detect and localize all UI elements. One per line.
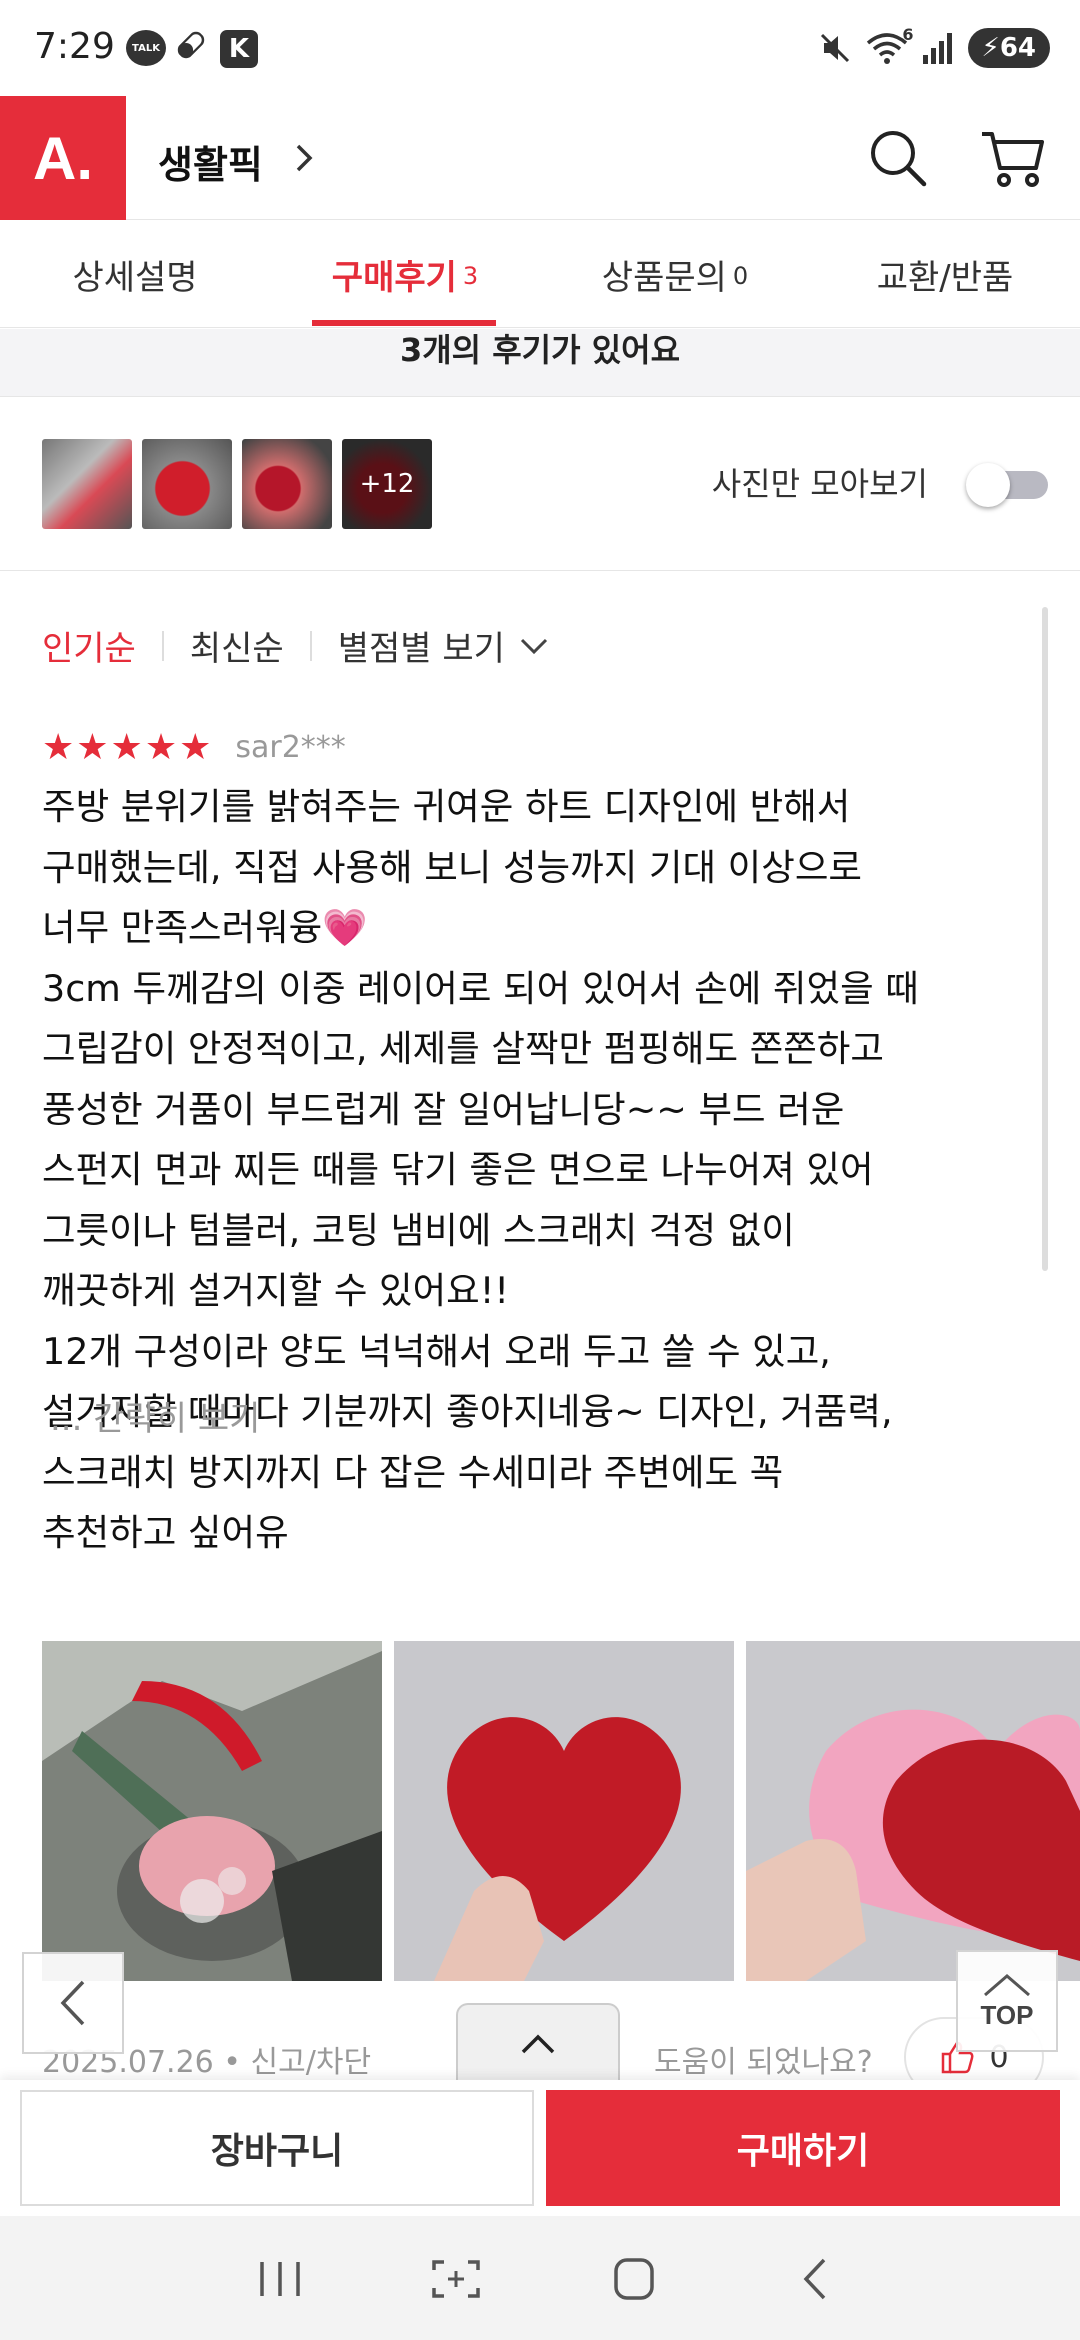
tab-reviews[interactable]: 구매후기 3: [270, 220, 540, 328]
back-nav-icon[interactable]: [786, 2254, 846, 2304]
sort-options: 인기순 최신순 별점별 보기: [42, 621, 549, 670]
collapse-review-link[interactable]: ... 간략히 보기: [50, 1391, 260, 1440]
mute-icon: [820, 33, 849, 63]
app-header: A. 생활픽: [0, 96, 1080, 220]
more-photos-count: +12: [359, 469, 415, 499]
review-thumbnail[interactable]: [142, 439, 232, 529]
add-to-cart-button[interactable]: 장바구니: [20, 2090, 534, 2206]
scroll-top-button[interactable]: TOP: [956, 1950, 1058, 2052]
capture-icon[interactable]: [426, 2254, 486, 2304]
review-thumbnail[interactable]: [42, 439, 132, 529]
tab-label: 상세설명: [72, 257, 198, 298]
scrollbar[interactable]: [1042, 607, 1048, 1271]
wifi-icon: 6: [866, 25, 914, 65]
tab-description[interactable]: 상세설명: [0, 220, 270, 328]
review-count-banner: 3개의 후기가 있어요: [0, 329, 1080, 397]
sort-latest[interactable]: 최신순: [190, 621, 284, 670]
brand-logo[interactable]: A.: [0, 96, 126, 220]
pill-icon: [170, 24, 212, 66]
tab-label: 상품문의: [601, 257, 727, 298]
status-time: 7:29: [34, 26, 115, 67]
photo-only-toggle[interactable]: [966, 463, 1048, 507]
review-photo-sponge-side[interactable]: [746, 1641, 1080, 1981]
k-app-icon: K: [220, 30, 258, 68]
review-author: sar2***: [235, 730, 346, 765]
shop-title[interactable]: 생활픽: [158, 134, 263, 189]
logo-text: A.: [33, 124, 93, 192]
review-thumbnail[interactable]: [242, 439, 332, 529]
search-icon[interactable]: [866, 126, 930, 190]
tab-exchange-return[interactable]: 교환/반품: [810, 220, 1080, 328]
wifi-label: 6: [902, 25, 914, 44]
chevron-down-icon[interactable]: [519, 636, 549, 656]
top-label: TOP: [980, 1999, 1034, 2030]
tab-label: 교환/반품: [876, 257, 1014, 298]
review-thumbnail-more[interactable]: +12: [342, 439, 432, 529]
sort-by-rating[interactable]: 별점별 보기: [338, 621, 505, 670]
system-nav-bar: [0, 2216, 1080, 2340]
star-rating: ★★★★★: [42, 727, 214, 768]
review-photos: [42, 1641, 1080, 1981]
kakaotalk-icon: TALK: [126, 30, 166, 66]
review-content[interactable]: 3개의 후기가 있어요 +12 사진만 모아보기 인기순 최신순 별점별 보기 …: [0, 329, 1080, 2080]
product-tabs: 상세설명 구매후기 3 상품문의 0 교환/반품: [0, 220, 1080, 328]
tab-count: 0: [732, 262, 749, 290]
cart-icon[interactable]: [978, 126, 1046, 190]
review-text: 주방 분위기를 밝혀주는 귀여운 하트 디자인에 반해서 구매했는데, 직접 사…: [42, 785, 919, 1554]
tab-inquiries[interactable]: 상품문의 0: [540, 220, 810, 328]
bottom-action-bar: 장바구니 구매하기: [0, 2080, 1080, 2216]
signal-icon: [922, 33, 952, 64]
section-divider: [0, 570, 1080, 571]
review-header: ★★★★★ sar2***: [42, 727, 346, 768]
photo-thumbnails: +12: [42, 439, 432, 529]
active-tab-indicator: [312, 320, 496, 326]
status-bar: 7:29 TALK K 6 ⚡ 64: [0, 0, 1080, 96]
helpful-question: 도움이 되었나요?: [654, 2045, 873, 2080]
tab-count: 3: [462, 262, 479, 290]
chevron-left-icon: [60, 1980, 85, 2026]
sort-separator: [161, 630, 164, 661]
back-button[interactable]: [22, 1952, 124, 2054]
recent-apps-icon[interactable]: [250, 2254, 310, 2304]
toggle-knob: [966, 463, 1010, 507]
review-photo-heart-sponge[interactable]: [394, 1641, 734, 1981]
review-count-text: 3개의 후기가 있어요: [399, 331, 681, 369]
chevron-up-icon: [984, 1973, 1030, 1996]
home-icon[interactable]: [604, 2254, 664, 2304]
collapse-sheet-handle[interactable]: [456, 2003, 620, 2080]
sort-separator: [309, 630, 312, 661]
tab-label: 구매후기: [331, 257, 457, 298]
review-photo-sink[interactable]: [42, 1641, 382, 1981]
sort-popular[interactable]: 인기순: [42, 621, 136, 670]
chevron-up-icon: [521, 2034, 555, 2054]
chevron-right-icon[interactable]: [290, 140, 320, 176]
battery-level: 64: [999, 33, 1036, 63]
battery-indicator: ⚡ 64: [967, 28, 1050, 68]
photo-only-label: 사진만 모아보기: [711, 465, 928, 503]
buy-button[interactable]: 구매하기: [546, 2090, 1060, 2206]
